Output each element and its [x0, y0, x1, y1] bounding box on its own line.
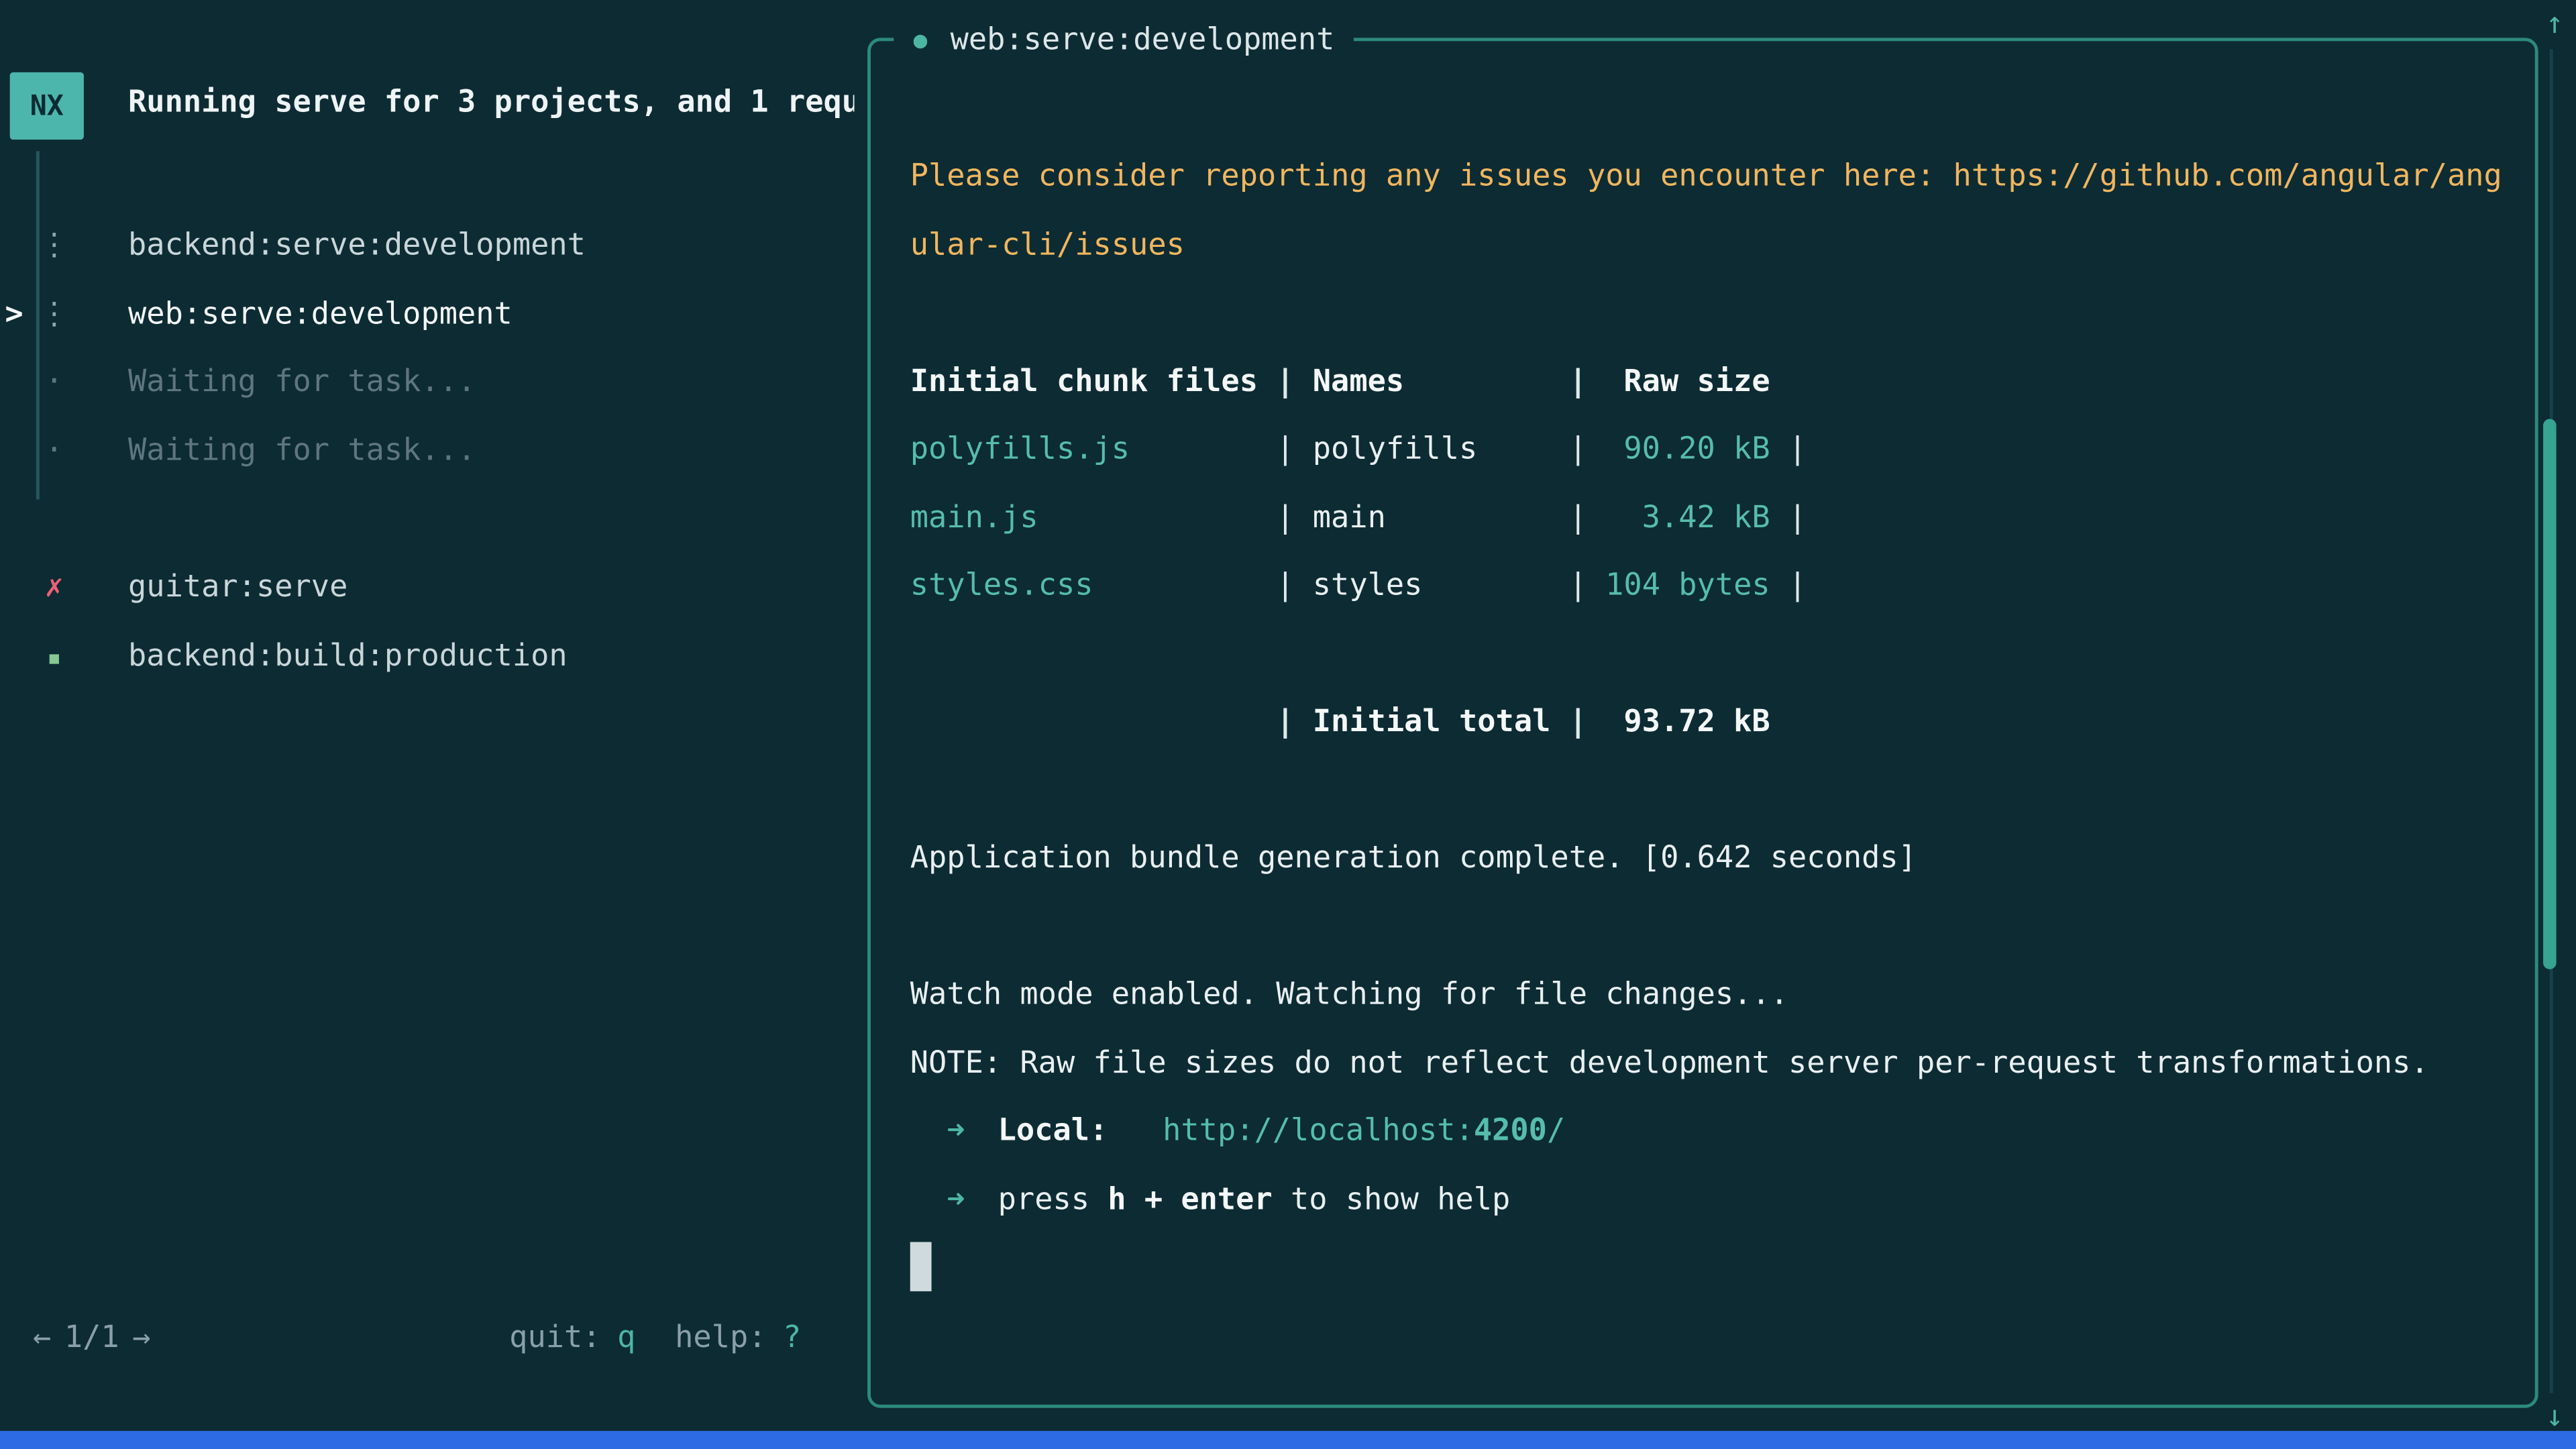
task-item-waiting-2[interactable]: · Waiting for task...	[0, 429, 854, 475]
total-size: 93.72 kB	[1587, 688, 1770, 757]
waiting-dot-icon: ·	[33, 429, 76, 475]
blank-line	[910, 757, 2535, 825]
spinner-icon: ⋮	[33, 223, 76, 270]
task-item-backend-build-production[interactable]: ▪ backend:build:production	[0, 634, 854, 680]
chunk-file: polyfills.js	[910, 416, 1277, 484]
column-separator: |	[1569, 500, 1587, 535]
column-separator: |	[1276, 705, 1294, 739]
help-hint-line: ➜ pressh + enter to show help	[910, 1166, 2535, 1234]
task-item-waiting-1[interactable]: · Waiting for task...	[0, 360, 854, 406]
selected-task-arrow-icon: >	[5, 292, 23, 339]
waiting-dot-icon: ·	[33, 360, 76, 406]
column-separator: |	[1276, 432, 1294, 466]
column-separator: |	[1276, 500, 1294, 535]
column-separator: |	[1569, 705, 1587, 739]
chunk-size: 90.20 kB	[1587, 416, 1770, 484]
task-item-guitar-serve[interactable]: ✗ guitar:serve	[0, 565, 854, 611]
help-key: ?	[783, 1321, 801, 1355]
col-header-names: Names	[1295, 347, 1569, 416]
note-message: NOTE: Raw file sizes do not reflect deve…	[910, 1029, 2535, 1097]
prev-page-arrow[interactable]: ←	[33, 1321, 51, 1355]
arrow-right-icon: ➜	[947, 1182, 965, 1216]
column-separator: |	[1276, 568, 1294, 602]
notice-line-1: Please consider reporting any issues you…	[910, 143, 2535, 211]
chunk-size: 104 bytes	[1587, 552, 1770, 621]
help-key-enter: enter	[1181, 1182, 1272, 1216]
chunk-file: styles.css	[910, 552, 1277, 621]
quit-key: q	[617, 1321, 635, 1355]
keyboard-hints: quit: q help:?	[509, 1316, 801, 1362]
help-hint-prefix: press	[998, 1182, 1089, 1216]
watch-mode-message: Watch mode enabled. Watching for file ch…	[910, 961, 2535, 1030]
pagination: ← 1/1 →	[33, 1316, 151, 1362]
column-separator: |	[1569, 364, 1587, 398]
col-header-files: Initial chunk files	[910, 347, 1277, 416]
task-item-backend-serve-development[interactable]: ⋮ backend:serve:development	[0, 223, 854, 270]
task-label: guitar:serve	[128, 565, 347, 611]
local-url[interactable]: http://localhost:	[1163, 1114, 1474, 1148]
task-label: backend:serve:development	[128, 223, 586, 270]
task-label: backend:build:production	[128, 634, 568, 680]
table-total-row: |Initial total|93.72 kB	[910, 688, 2535, 757]
task-label: Waiting for task...	[128, 360, 476, 406]
failed-x-icon: ✗	[33, 565, 76, 611]
local-url-line: ➜ Local: http://localhost:4200/	[910, 1097, 2535, 1166]
help-key-h: h	[1108, 1182, 1126, 1216]
blank-line	[910, 279, 2535, 347]
notice-line-2: ular-cli/issues	[910, 211, 2535, 280]
column-separator: |	[1569, 432, 1587, 466]
page-indicator: 1/1	[64, 1321, 119, 1355]
task-label: Waiting for task...	[128, 429, 476, 475]
task-label: web:serve:development	[128, 292, 513, 339]
bundle-complete-message: Application bundle generation complete. …	[910, 824, 2535, 893]
chunk-size: 3.42 kB	[1587, 484, 1770, 552]
blank-line	[910, 620, 2535, 688]
scroll-down-icon[interactable]: ↓	[2538, 1400, 2571, 1434]
sidebar-title: Running serve for 3 projects, and 1 requ	[128, 85, 854, 119]
table-row: polyfills.js|polyfills|90.20 kB|	[910, 416, 2535, 484]
table-header-row: Initial chunk files|Names|Raw size	[910, 347, 2535, 416]
table-row: styles.css|styles|104 bytes|	[910, 552, 2535, 621]
column-separator: |	[1276, 364, 1294, 398]
total-label: Initial total	[1295, 688, 1569, 757]
task-item-web-serve-development[interactable]: > ⋮ web:serve:development	[0, 292, 854, 339]
column-separator: |	[1788, 432, 1807, 466]
nx-terminal-ui: NX Running serve for 3 projects, and 1 r…	[0, 0, 2576, 1449]
status-bar	[0, 1431, 2576, 1449]
quit-label: quit:	[509, 1321, 600, 1355]
chunk-name: main	[1295, 484, 1569, 552]
column-separator: |	[1788, 500, 1807, 535]
text-cursor	[910, 1241, 932, 1290]
scroll-up-icon[interactable]: ↑	[2538, 7, 2571, 41]
arrow-right-icon: ➜	[947, 1114, 965, 1148]
next-page-arrow[interactable]: →	[132, 1321, 150, 1355]
local-url-slash[interactable]: /	[1547, 1114, 1565, 1148]
col-header-raw-size: Raw size	[1587, 347, 1770, 416]
local-url-port[interactable]: 4200	[1474, 1114, 1547, 1148]
local-label: Local:	[998, 1114, 1108, 1148]
scrollbar-thumb[interactable]	[2543, 419, 2557, 969]
chunk-name: polyfills	[1295, 416, 1569, 484]
help-label: help:	[675, 1321, 766, 1355]
stopped-square-icon: ▪	[33, 634, 76, 680]
spinner-icon: ⋮	[33, 292, 76, 339]
table-row: main.js|main|3.42 kB|	[910, 484, 2535, 552]
column-separator: |	[1788, 568, 1807, 602]
help-hint-suffix: to show help	[1291, 1182, 1510, 1216]
chunk-name: styles	[1295, 552, 1569, 621]
nx-logo: NX	[10, 72, 84, 140]
blank-line	[910, 893, 2535, 961]
task-output-panel[interactable]: ●web:serve:development Please consider r…	[867, 38, 2538, 1407]
cursor-line	[910, 1234, 2535, 1302]
column-separator: |	[1569, 568, 1587, 602]
terminal-output: Please consider reporting any issues you…	[871, 41, 2535, 1405]
help-plus: +	[1144, 1182, 1163, 1216]
chunk-file: main.js	[910, 484, 1277, 552]
